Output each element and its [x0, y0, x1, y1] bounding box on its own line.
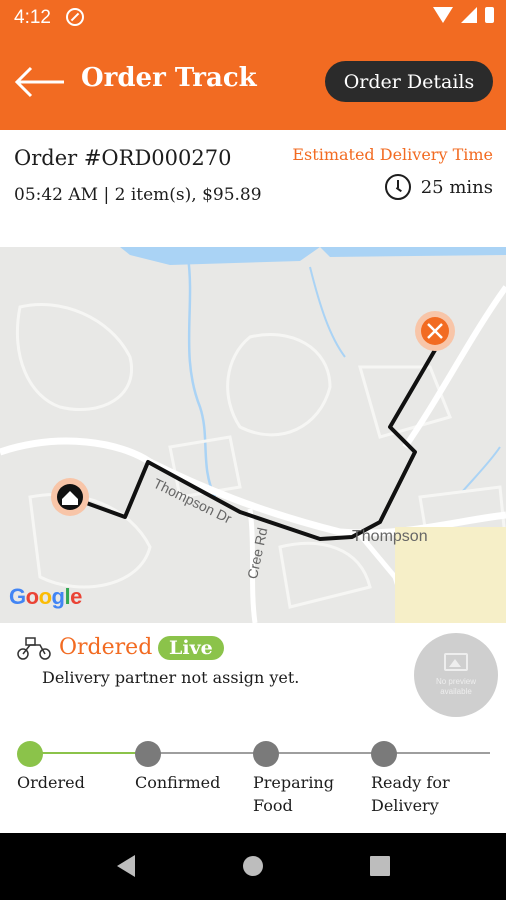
- step-connector-1: [30, 752, 148, 754]
- delivery-partner-status: Delivery partner not assign yet.: [42, 668, 300, 687]
- back-button[interactable]: [14, 64, 66, 100]
- step-label-ordered: Ordered: [17, 773, 85, 792]
- street-label-thompson: Thompson: [352, 528, 428, 545]
- map-stream-3: [461, 446, 501, 493]
- step-connector-3: [266, 752, 384, 754]
- eta-time: 25 mins: [384, 174, 493, 200]
- status-bar: 4:12: [0, 0, 506, 36]
- map-water: [120, 247, 320, 265]
- nav-back-icon[interactable]: [117, 855, 135, 877]
- order-meta: 05:42 AM | 2 item(s), $95.89: [14, 185, 262, 205]
- scooter-icon: [17, 637, 51, 660]
- clock-icon: [384, 174, 411, 200]
- image-placeholder-icon: [444, 653, 468, 671]
- do-not-disturb-icon: [66, 8, 84, 26]
- arrow-left-icon: [14, 66, 64, 98]
- eta-label: Estimated Delivery Time: [292, 145, 493, 164]
- step-dot-preparing: [253, 741, 279, 767]
- map-stream: [186, 256, 217, 498]
- wifi-icon: [433, 7, 453, 23]
- no-preview-text: No preview available: [435, 677, 476, 696]
- live-badge: Live: [158, 636, 224, 660]
- map-water-edge: [320, 247, 506, 257]
- delivery-partner-avatar[interactable]: No preview available: [414, 633, 498, 717]
- step-dot-ordered: [17, 741, 43, 767]
- step-connector-2: [148, 752, 266, 754]
- nav-recent-apps-icon[interactable]: [370, 856, 390, 876]
- eta-value: 25 mins: [420, 176, 493, 198]
- status-icons: [433, 7, 494, 23]
- step-label-ready: Ready for Delivery: [371, 773, 450, 815]
- order-progress-stepper: Ordered Confirmed Preparing Food Ready f…: [0, 733, 506, 833]
- system-nav-bar: [0, 833, 506, 900]
- step-connector-4: [384, 752, 490, 754]
- order-id: Order #ORD000270: [14, 146, 232, 170]
- order-status-title: Ordered: [59, 635, 153, 660]
- map-stream-2: [309, 266, 346, 358]
- app-bar: Order Track Order Details: [0, 36, 506, 130]
- google-logo: Google: [9, 584, 82, 609]
- map[interactable]: Thompson Dr Thompson Cree Rd Google: [0, 247, 506, 623]
- step-label-preparing: Preparing Food: [253, 773, 334, 815]
- signal-icon: [461, 7, 477, 23]
- nav-home-icon[interactable]: [243, 856, 263, 876]
- order-details-button[interactable]: Order Details: [325, 61, 493, 102]
- step-dot-confirmed: [135, 741, 161, 767]
- order-info-card: Order #ORD000270 05:42 AM | 2 item(s), $…: [0, 130, 506, 247]
- order-status-panel: Ordered Live Delivery partner not assign…: [0, 623, 506, 733]
- step-label-confirmed: Confirmed: [135, 773, 221, 792]
- page-title: Order Track: [81, 63, 257, 93]
- status-time: 4:12: [14, 7, 51, 28]
- step-dot-ready: [371, 741, 397, 767]
- battery-icon: [485, 7, 494, 23]
